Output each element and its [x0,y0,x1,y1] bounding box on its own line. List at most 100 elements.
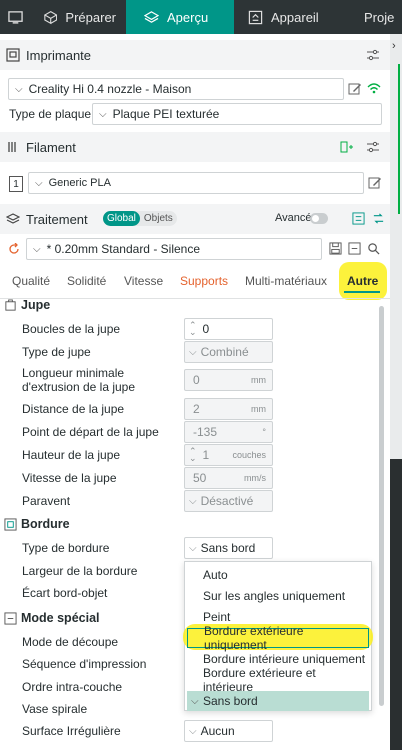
settings-panel: Imprimante ⌵ Creality Hi 0.4 nozzle - Ma… [0,34,390,750]
printer-title: Imprimante [26,47,92,63]
process-preset-select[interactable]: ⌵ * 0.20mm Standard - Silence [26,238,322,260]
unit-degree: ° [262,427,266,437]
process-section-header: Traitement [0,204,390,234]
brim-type-dropdown: Auto Sur les angles uniquement Peint Bor… [183,561,373,711]
skirt-loops-value: 0 [202,322,210,336]
dropdown-option-corners[interactable]: Sur les angles uniquement [187,586,369,606]
tab-vitesse[interactable]: Vitesse [124,274,163,288]
skirt-loops-label: Boucles de la jupe [22,322,121,336]
brim-type-label: Type de bordure [22,541,110,555]
top-toolbar: Préparer Aperçu Appareil Proje [0,0,402,34]
edit-icon[interactable] [348,82,362,96]
fuzzy-skin-value: Aucun [200,724,235,738]
unit-mms: mm/s [244,473,266,483]
tab-projet-label: Proje [364,9,395,25]
plate-type-label: Type de plaque [9,107,92,121]
chevron-down-icon: ⌵ [189,542,197,554]
skirt-distance-input[interactable]: 2 mm [184,398,273,420]
skirt-type-label: Type de jupe [22,345,91,359]
skirt-height-input[interactable]: ⌃ ⌄ 1 couches [184,444,273,466]
brim-width-label: Largeur de la bordure [22,564,138,578]
skirt-start-label: Point de départ de la jupe [22,425,159,439]
layers-icon [144,10,159,23]
intra-layer-order-label: Ordre intra-couche [22,680,123,694]
spiral-vase-label: Vase spirale [22,702,88,716]
tab-preparer-partial[interactable] [0,0,34,34]
chevron-down-icon: ⌵ [33,243,41,255]
dropdown-option-auto[interactable]: Auto [187,565,369,585]
advanced-label: Avancé [275,212,312,224]
add-filament-icon[interactable] [340,140,354,154]
sliders-icon[interactable] [366,48,380,62]
tab-projet[interactable]: Proje [344,0,402,34]
chevron-down-icon: ⌵ [99,108,107,120]
skirt-speed-input[interactable]: 50 mm/s [184,467,273,489]
compare-icon[interactable] [372,212,385,225]
special-mode-group-header: Mode spécial [4,611,100,625]
dropdown-option-outer-only[interactable]: Bordure extérieure uniquement [187,624,369,652]
filament-icon [6,140,20,154]
unit-mm: mm [251,375,266,385]
printer-select-value: Creality Hi 0.4 nozzle - Maison [28,82,192,96]
skirt-height-label: Hauteur de la jupe [22,448,121,462]
advanced-toggle[interactable] [310,213,328,224]
wifi-icon[interactable] [367,81,381,95]
reset-icon[interactable] [8,243,20,255]
tab-solidite[interactable]: Solidité [67,274,106,288]
sliders-icon[interactable] [366,140,380,154]
settings-scrollbar[interactable] [379,306,384,706]
draft-shield-value: Désactivé [200,494,254,508]
printer-select[interactable]: ⌵ Creality Hi 0.4 nozzle - Maison [8,78,344,100]
dropdown-option-no-brim[interactable]: ⌵ Sans bord [187,691,369,711]
dropdown-option-outer-inner[interactable]: Bordure extérieure et intérieure [187,666,369,694]
spinner-icon[interactable]: ⌃ ⌄ [189,447,197,463]
tab-supports[interactable]: Supports [180,274,228,288]
skirt-speed-label: Vitesse de la jupe [22,471,117,485]
toggle-global[interactable]: Global [103,211,140,226]
skirt-start-input[interactable]: -135 ° [184,421,273,443]
tab-multi-materiaux[interactable]: Multi-matériaux [245,274,327,288]
tab-qualite[interactable]: Qualité [12,274,50,288]
list-icon[interactable] [352,212,365,225]
filament-slot-badge[interactable]: 1 [9,176,23,192]
spinner-icon[interactable]: ⌃ ⌄ [189,321,197,337]
tab-autre[interactable]: Autre [347,274,378,288]
tab-apercu[interactable]: Aperçu [126,0,234,34]
chevron-down-icon: ⌵ [189,346,197,358]
filament-select[interactable]: ⌵ Generic PLA [28,172,364,194]
plate-type-select[interactable]: ⌵ Plaque PEI texturée [92,103,382,125]
draft-shield-select[interactable]: ⌵ Désactivé [184,490,273,512]
plate-type-value: Plaque PEI texturée [112,107,220,121]
skirt-type-select[interactable]: ⌵ Combiné [184,341,273,363]
unit-layers: couches [232,450,266,460]
brim-icon [4,517,17,531]
global-objects-toggle[interactable]: Global Objets [103,211,177,226]
slicing-mode-label: Mode de découpe [22,635,119,649]
minimize-icon[interactable] [348,242,361,255]
edit-icon[interactable] [368,176,382,190]
skirt-loops-input[interactable]: ⌃ ⌄ 0 [184,318,273,340]
skirt-distance-value: 2 [193,402,200,416]
print-sequence-label: Séquence d'impression [22,657,147,671]
skirt-height-value: 1 [202,448,210,462]
tab-preparer[interactable]: Préparer [34,0,126,34]
brim-gap-label: Écart bord-objet [22,586,108,600]
fuzzy-skin-select[interactable]: ⌵ Aucun [184,720,273,742]
brim-type-select[interactable]: ⌵ Sans bord [184,537,273,559]
skirt-start-value: -135 [193,425,218,439]
tab-apercu-label: Aperçu [167,9,209,25]
brim-title: Bordure [21,517,70,531]
save-icon[interactable] [329,242,342,255]
skirt-speed-value: 50 [193,471,207,485]
skirt-min-length-value: 0 [193,373,200,387]
chevron-right-icon[interactable]: › [392,40,396,52]
toggle-objects[interactable]: Objets [140,211,177,226]
viewport-edge [390,459,402,750]
brim-type-value: Sans bord [200,541,256,555]
brim-group-header: Bordure [4,517,70,531]
search-icon[interactable] [367,242,380,255]
tab-appareil[interactable]: Appareil [234,0,344,34]
skirt-min-length-input[interactable]: 0 mm [184,369,273,391]
chevron-down-icon: ⌵ [189,495,197,507]
right-gutter: › [390,34,402,750]
